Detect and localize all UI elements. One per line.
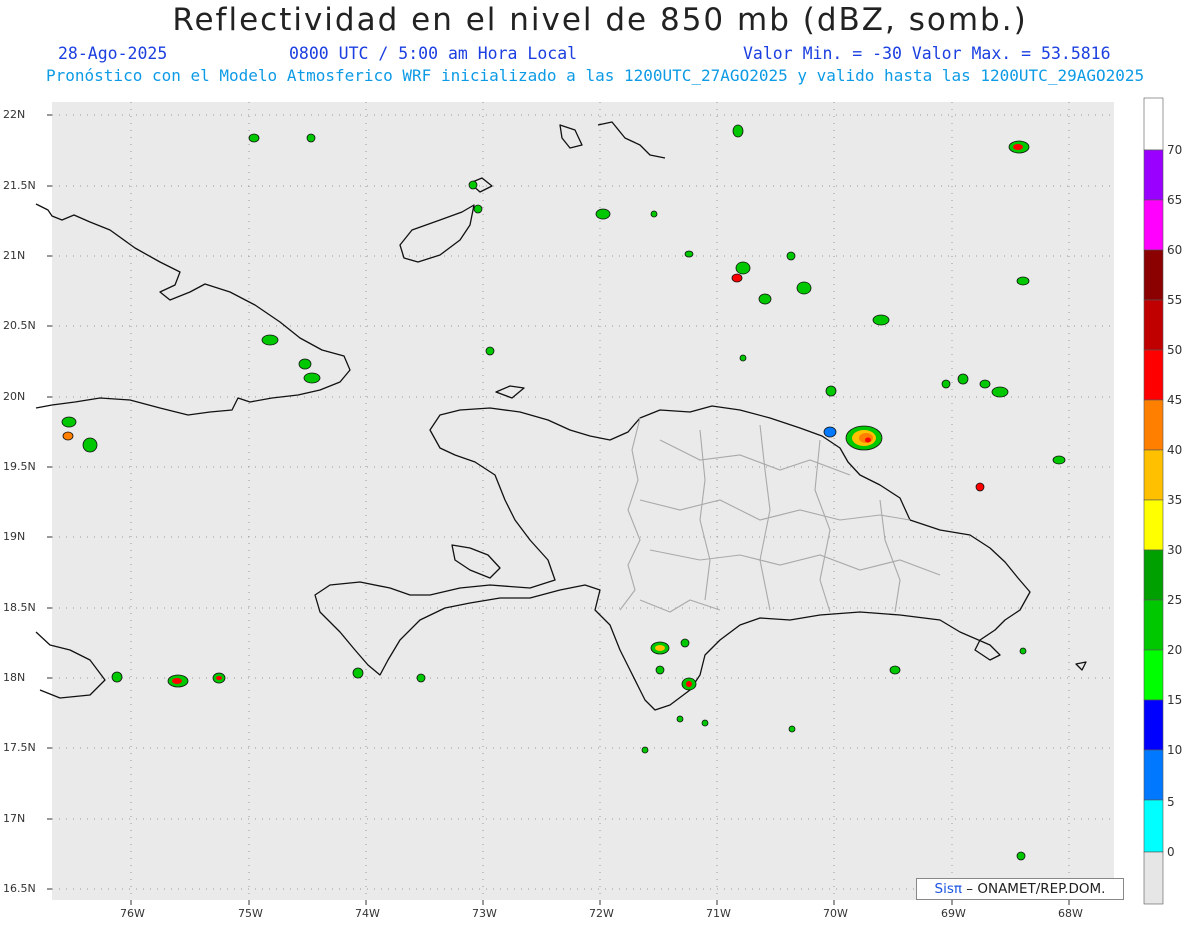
colorbar-label-60: 60 bbox=[1167, 243, 1183, 257]
colorbar-label-50: 50 bbox=[1167, 343, 1183, 357]
y-label-20n: 20N bbox=[3, 390, 26, 403]
colorbar-label-65: 65 bbox=[1167, 193, 1183, 207]
y-label-21n: 21N bbox=[3, 249, 26, 262]
x-label-72w: 72W bbox=[589, 907, 614, 920]
x-label-76w: 76W bbox=[120, 907, 145, 920]
colorbar-label-15: 15 bbox=[1167, 693, 1183, 707]
colorbar-label-25: 25 bbox=[1167, 593, 1183, 607]
x-label-71w: 71W bbox=[706, 907, 731, 920]
colorbar-label-35: 35 bbox=[1167, 493, 1183, 507]
y-label-16-5n: 16.5N bbox=[3, 882, 36, 895]
colorbar-label-40: 40 bbox=[1167, 443, 1183, 457]
colorbar-label-20: 20 bbox=[1167, 643, 1183, 657]
y-label-18-5n: 18.5N bbox=[3, 601, 36, 614]
colorbar-label-70: 70 bbox=[1167, 143, 1183, 157]
y-label-17n: 17N bbox=[3, 812, 26, 825]
colorbar bbox=[1143, 97, 1164, 905]
colorbar-label-0: 0 bbox=[1167, 845, 1175, 859]
y-label-18n: 18N bbox=[3, 671, 26, 684]
y-label-19n: 19N bbox=[3, 530, 26, 543]
y-label-21-5n: 21.5N bbox=[3, 179, 36, 192]
x-label-75w: 75W bbox=[238, 907, 263, 920]
colorbar-label-30: 30 bbox=[1167, 543, 1183, 557]
colorbar-label-5: 5 bbox=[1167, 795, 1175, 809]
y-label-17-5n: 17.5N bbox=[3, 741, 36, 754]
x-label-68w: 68W bbox=[1058, 907, 1083, 920]
x-label-73w: 73W bbox=[472, 907, 497, 920]
colorbar-label-45: 45 bbox=[1167, 393, 1183, 407]
y-label-22n: 22N bbox=[3, 108, 26, 121]
credit-brand: Sisπ bbox=[934, 881, 962, 897]
x-label-70w: 70W bbox=[823, 907, 848, 920]
credit-text: – ONAMET/REP.DOM. bbox=[966, 881, 1106, 897]
map-area bbox=[52, 102, 1114, 900]
x-label-74w: 74W bbox=[355, 907, 380, 920]
colorbar-label-55: 55 bbox=[1167, 293, 1183, 307]
y-label-20-5n: 20.5N bbox=[3, 319, 36, 332]
colorbar-label-10: 10 bbox=[1167, 743, 1183, 757]
reflectivity-map bbox=[35, 97, 1164, 905]
x-label-69w: 69W bbox=[941, 907, 966, 920]
credit-box: Sisπ – ONAMET/REP.DOM. bbox=[916, 878, 1124, 900]
y-label-19-5n: 19.5N bbox=[3, 460, 36, 473]
